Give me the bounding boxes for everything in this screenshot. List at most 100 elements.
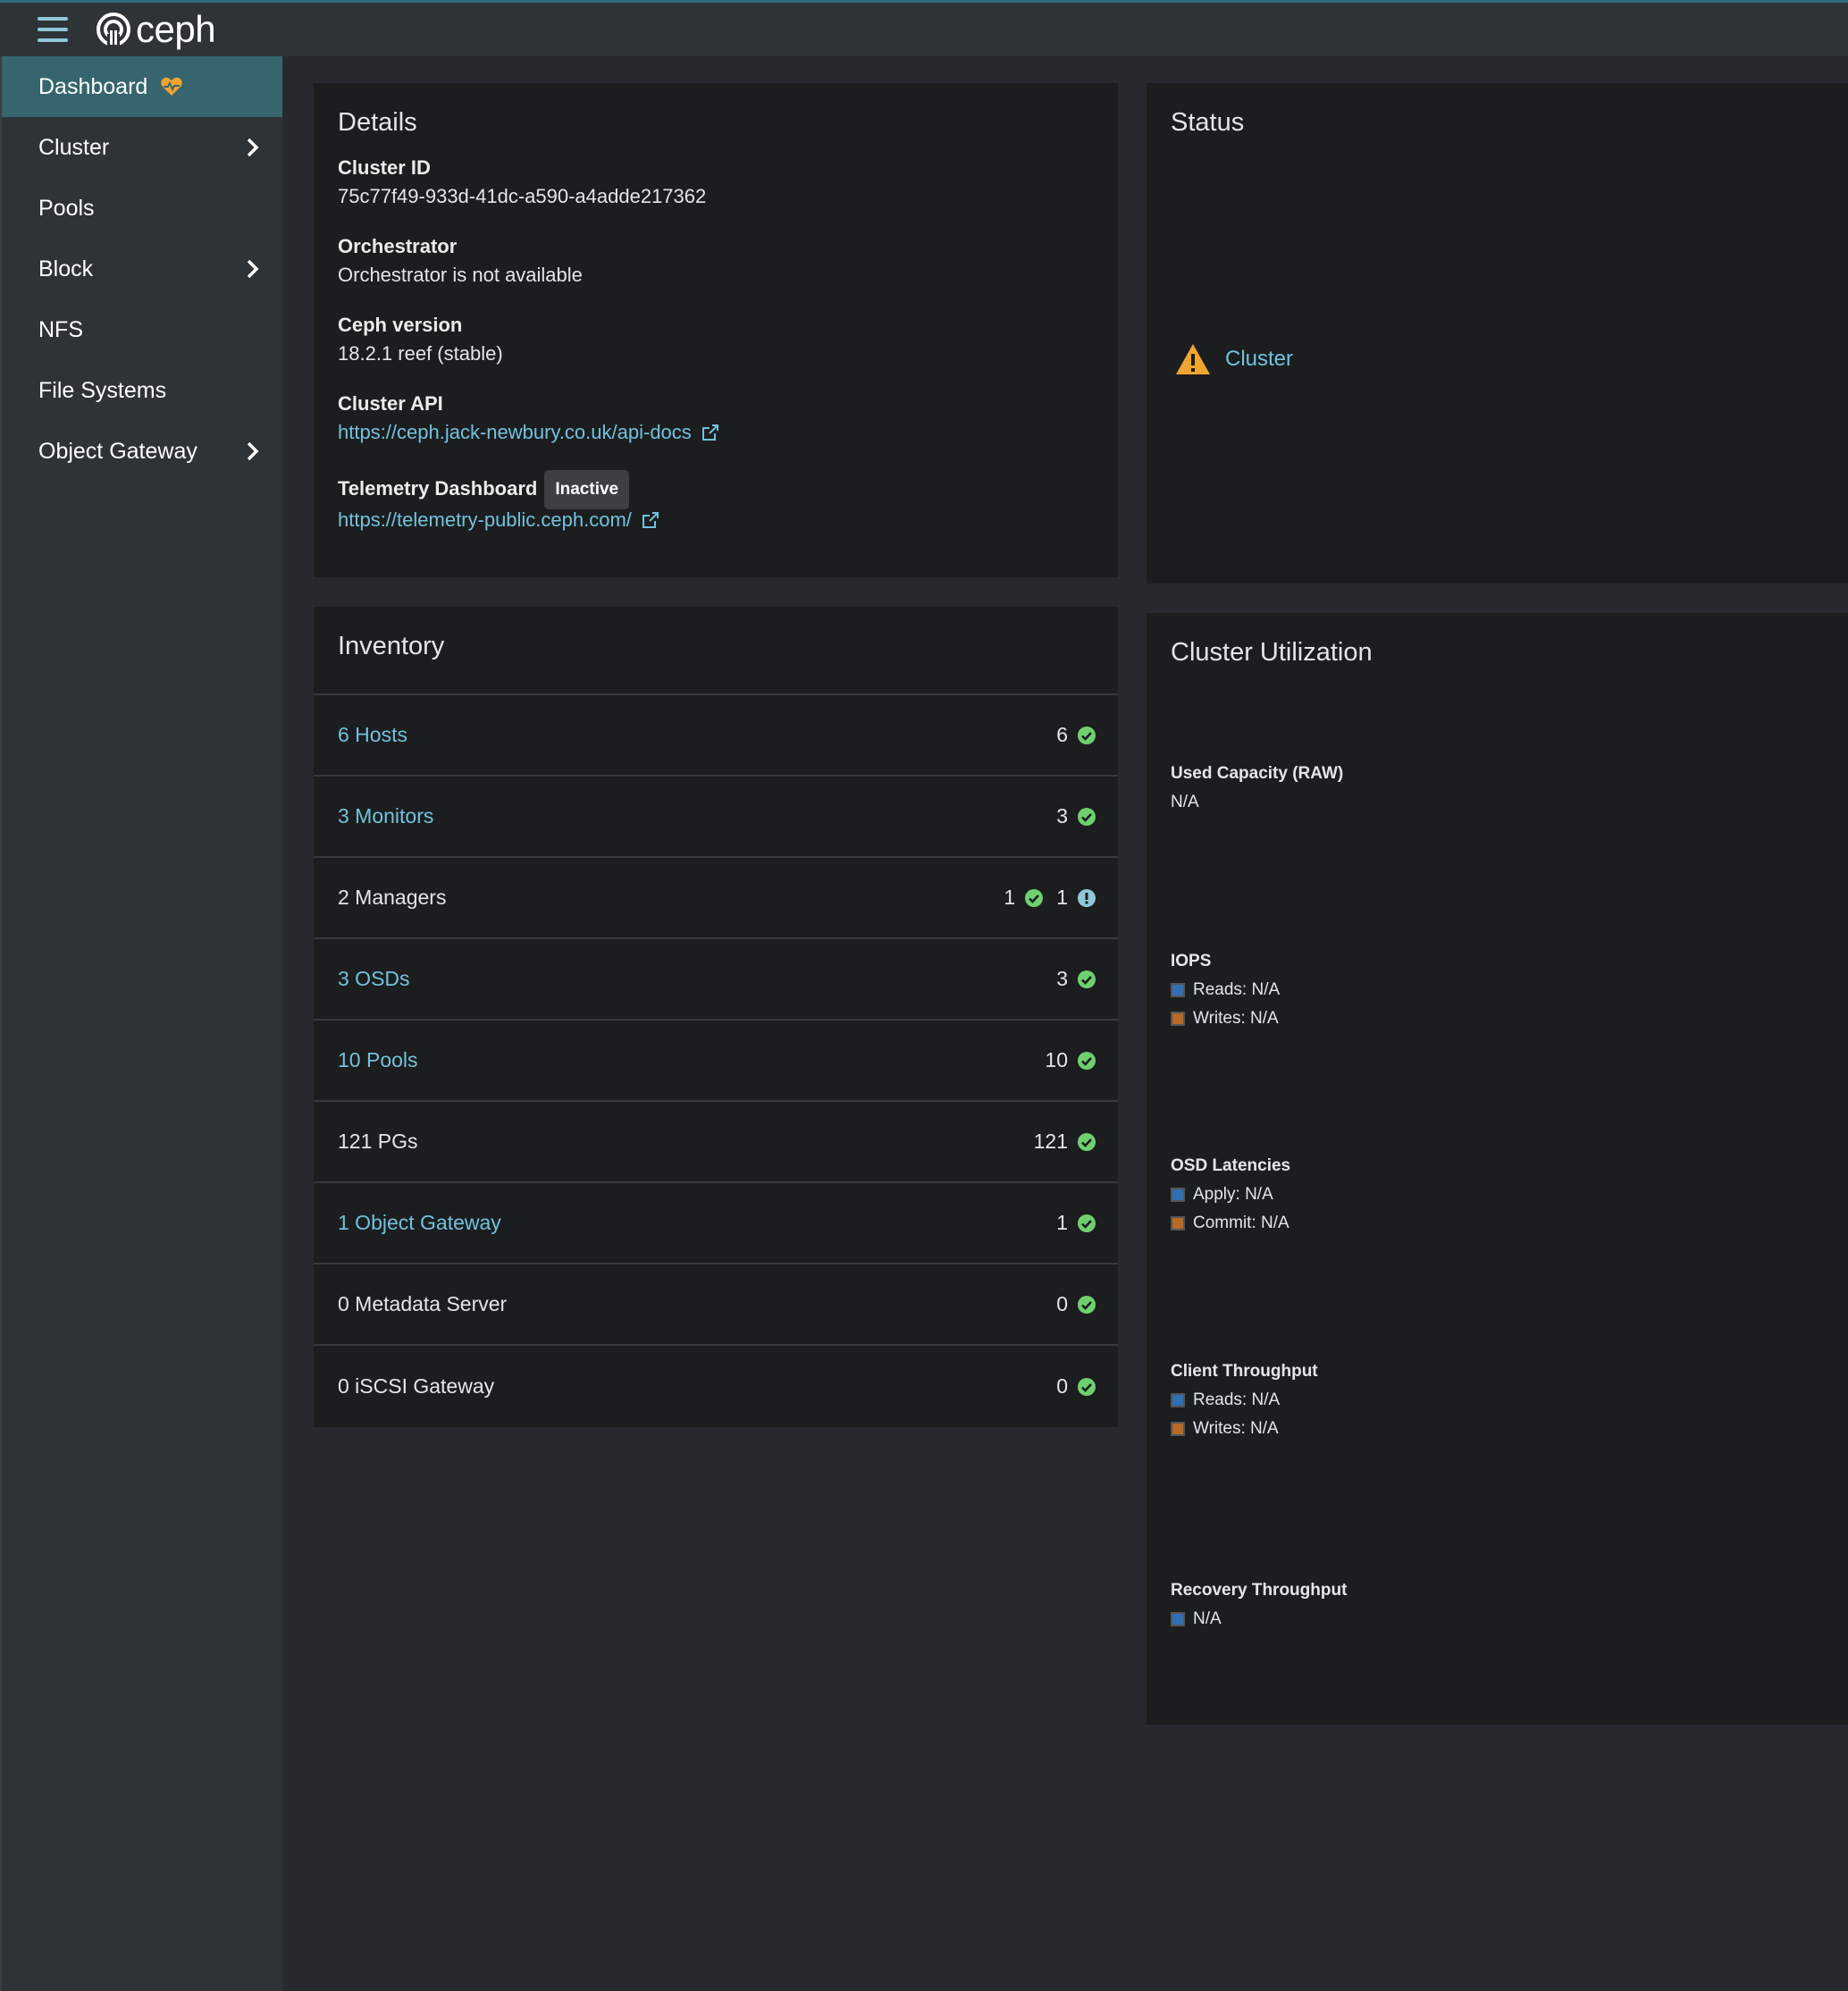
- iops-group: IOPS Reads: N/A Writes: N/A: [1171, 947, 1280, 1033]
- check-circle-icon: [1078, 726, 1096, 744]
- inventory-count: 10: [1045, 1048, 1068, 1071]
- sidebar-item-label: Object Gateway: [38, 438, 197, 464]
- sidebar-item-label: Block: [38, 256, 94, 281]
- inventory-count: 6: [1056, 723, 1068, 746]
- sidebar-item-label: Dashboard: [38, 73, 148, 99]
- brand-text: ceph: [136, 8, 216, 50]
- ceph-logo-icon: [97, 13, 130, 46]
- cluster-id-label: Cluster ID: [338, 156, 431, 179]
- cluster-api-link[interactable]: https://ceph.jack-newbury.co.uk/api-docs: [338, 416, 692, 448]
- check-circle-icon: [1078, 1377, 1096, 1396]
- recovery-value-text: N/A: [1193, 1609, 1222, 1628]
- osd-commit-text: Commit: N/A: [1193, 1214, 1289, 1232]
- details-card: Details Cluster ID 75c77f49-933d-41dc-a5…: [314, 83, 1118, 577]
- warning-icon: [1176, 344, 1210, 374]
- recovery-throughput-label: Recovery Throughput: [1171, 1581, 1348, 1600]
- sidebar-item-cluster[interactable]: Cluster: [2, 117, 282, 178]
- legend-swatch-orange: [1171, 1422, 1185, 1436]
- cluster-api-row: https://ceph.jack-newbury.co.uk/api-docs: [338, 416, 1094, 448]
- status-cluster-item[interactable]: Cluster: [1175, 342, 1293, 376]
- top-navbar: ceph: [0, 0, 1848, 56]
- sidebar-item-file-systems[interactable]: File Systems: [2, 360, 282, 421]
- inventory-row: 121 PGs 121: [314, 1102, 1118, 1183]
- iops-reads: Reads: N/A: [1171, 976, 1280, 1004]
- telemetry-row: https://telemetry-public.ceph.com/: [338, 504, 1094, 535]
- inventory-row[interactable]: 6 Hosts 6: [314, 695, 1118, 777]
- inventory-row-counts: 3: [1044, 804, 1096, 828]
- sidebar-item-pools[interactable]: Pools: [2, 178, 282, 239]
- inventory-row-counts: 10: [1032, 1048, 1096, 1072]
- sidebar-item-dashboard[interactable]: Dashboard: [2, 56, 282, 117]
- external-link-icon[interactable]: [701, 423, 720, 442]
- iops-label: IOPS: [1171, 952, 1212, 970]
- inventory-row-counts: 6: [1044, 723, 1096, 747]
- telemetry-link[interactable]: https://telemetry-public.ceph.com/: [338, 504, 632, 535]
- used-capacity-value: N/A: [1171, 793, 1199, 811]
- iops-writes-text: Writes: N/A: [1193, 1009, 1279, 1028]
- inventory-row-label[interactable]: 10 Pools: [338, 1048, 1032, 1072]
- check-circle-icon: [1078, 970, 1096, 988]
- inventory-count: 0: [1056, 1374, 1068, 1398]
- client-throughput-group: Client Throughput Reads: N/A Writes: N/A: [1171, 1357, 1318, 1443]
- legend-swatch-blue: [1171, 983, 1185, 997]
- legend-swatch-blue: [1171, 1612, 1185, 1626]
- inventory-row[interactable]: 10 Pools 10: [314, 1021, 1118, 1102]
- sidebar-item-nfs[interactable]: NFS: [2, 299, 282, 360]
- chevron-right-icon: [247, 138, 259, 157]
- legend-swatch-blue: [1171, 1188, 1185, 1202]
- legend-swatch-orange: [1171, 1012, 1185, 1026]
- client-writes: Writes: N/A: [1171, 1415, 1318, 1443]
- status-cluster-link[interactable]: Cluster: [1225, 347, 1293, 372]
- inventory-row: 2 Managers 1 1: [314, 858, 1118, 939]
- utilization-title: Cluster Utilization: [1171, 638, 1373, 667]
- brand-logo[interactable]: ceph: [95, 8, 216, 51]
- osd-commit: Commit: N/A: [1171, 1209, 1290, 1238]
- inventory-row[interactable]: 3 Monitors 3: [314, 777, 1118, 858]
- inventory-row-label[interactable]: 3 OSDs: [338, 967, 1044, 991]
- check-circle-icon: [1025, 888, 1044, 907]
- legend-swatch-blue: [1171, 1393, 1185, 1407]
- orchestrator-label: Orchestrator: [338, 235, 458, 257]
- inventory-row-label: 0 iSCSI Gateway: [338, 1374, 495, 1398]
- inventory-row[interactable]: 3 OSDs 3: [314, 939, 1118, 1021]
- check-circle-icon: [1078, 1132, 1096, 1151]
- sidebar-item-label: NFS: [38, 316, 83, 342]
- heartbeat-icon: [161, 77, 182, 96]
- ceph-version-label: Ceph version: [338, 314, 463, 336]
- client-reads-text: Reads: N/A: [1193, 1390, 1281, 1409]
- inventory-count: 1: [1056, 886, 1068, 909]
- check-circle-icon: [1078, 1051, 1096, 1070]
- inventory-card: Inventory 6 Hosts 6 3 Monitors 3 2 Managers 1…: [314, 607, 1118, 1427]
- iops-reads-text: Reads: N/A: [1193, 980, 1281, 999]
- check-circle-icon: [1078, 1214, 1096, 1232]
- inventory-row[interactable]: 1 Object Gateway 1: [314, 1183, 1118, 1264]
- osd-latencies-label: OSD Latencies: [1171, 1156, 1291, 1175]
- inventory-row: 0 iSCSI Gateway 0: [314, 1346, 1118, 1427]
- recovery-value: N/A: [1171, 1605, 1347, 1634]
- sidebar-item-block[interactable]: Block: [2, 239, 282, 299]
- orchestrator-value: Orchestrator is not available: [338, 264, 583, 286]
- telemetry-label: Telemetry Dashboard: [338, 476, 538, 500]
- inventory-row-label: 2 Managers: [338, 886, 447, 909]
- cluster-id-value: 75c77f49-933d-41dc-a590-a4adde217362: [338, 185, 707, 207]
- sidebar-item-object-gateway[interactable]: Object Gateway: [2, 421, 282, 482]
- inventory-row-label[interactable]: 3 Monitors: [338, 804, 1044, 828]
- inventory-row-label[interactable]: 6 Hosts: [338, 723, 1044, 747]
- sidebar: Dashboard Cluster Pools Block NFS File S…: [0, 56, 282, 1991]
- ceph-version-value: 18.2.1 reef (stable): [338, 342, 503, 365]
- inventory-row-counts: 11: [991, 886, 1096, 910]
- used-capacity-group: Used Capacity (RAW) N/A: [1171, 760, 1343, 817]
- inventory-count: 121: [1033, 1130, 1068, 1153]
- inventory-title: Inventory: [314, 607, 1118, 695]
- telemetry-label-row: Telemetry Dashboard Inactive: [338, 470, 1094, 509]
- inventory-row-label[interactable]: 1 Object Gateway: [338, 1211, 1044, 1235]
- client-writes-text: Writes: N/A: [1193, 1419, 1279, 1438]
- details-title: Details: [338, 108, 417, 137]
- inventory-count: 0: [1056, 1292, 1068, 1315]
- osd-apply-text: Apply: N/A: [1193, 1185, 1273, 1204]
- sidebar-item-label: File Systems: [38, 377, 167, 403]
- hamburger-icon[interactable]: [38, 17, 68, 42]
- chevron-right-icon: [247, 441, 259, 461]
- external-link-icon[interactable]: [641, 510, 660, 530]
- inventory-row: 0 Metadata Server 0: [314, 1264, 1118, 1346]
